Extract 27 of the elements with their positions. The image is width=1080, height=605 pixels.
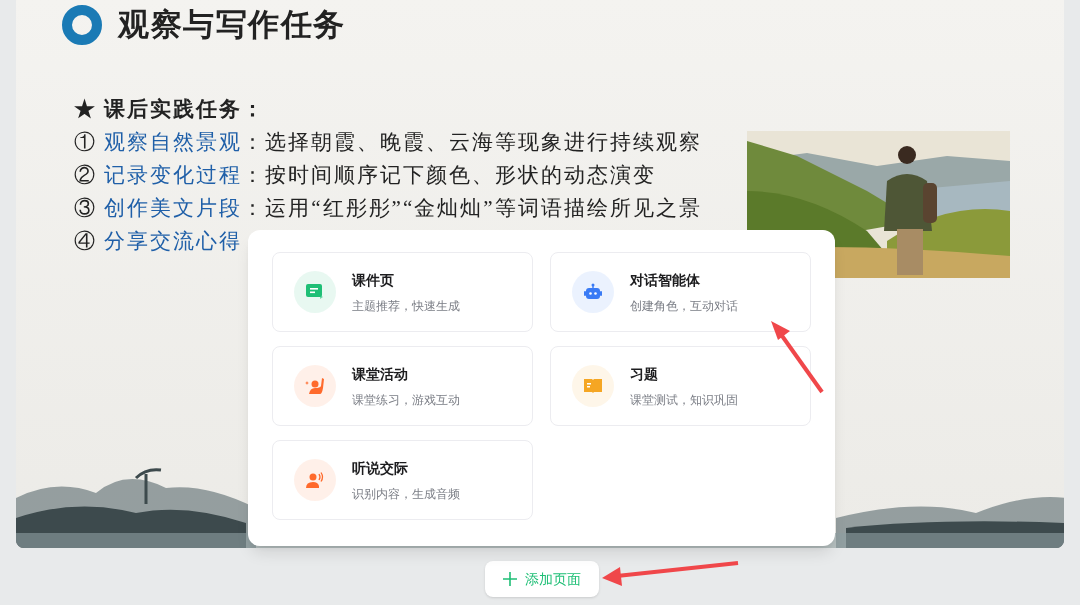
card-subtitle: 创建角色，互动对话 <box>630 297 738 315</box>
page-type-card[interactable]: 课堂活动 课堂练习，游戏互动 <box>272 346 533 426</box>
card-title: 听说交际 <box>352 458 409 478</box>
task-item: ② 记录变化过程：按时间顺序记下颜色、形状的动态演变 <box>74 161 657 189</box>
card-title: 习题 <box>630 364 659 384</box>
ring-icon <box>62 5 102 46</box>
card-subtitle: 识别内容，生成音频 <box>352 485 460 503</box>
card-subtitle: 课堂练习，游戏互动 <box>352 391 460 409</box>
card-title: 课堂活动 <box>352 364 409 384</box>
page-type-card[interactable]: 对话智能体 创建角色，互动对话 <box>550 252 811 332</box>
task-item: ① 观察自然景观：选择朝霞、晚霞、云海等现象进行持续观察 <box>74 128 703 156</box>
page-type-card[interactable]: 听说交际 识别内容，生成音频 <box>272 440 533 520</box>
card-title: 对话智能体 <box>630 270 701 290</box>
speaking-person-icon <box>305 471 325 489</box>
page-type-card[interactable]: 课件页 主题推荐，快速生成 <box>272 252 533 332</box>
card-title: 课件页 <box>352 270 395 290</box>
card-subtitle: 课堂测试，知识巩固 <box>630 391 738 409</box>
slide-title: 观察与写作任务 <box>118 6 346 44</box>
raised-hand-person-icon <box>305 377 325 395</box>
page-type-card[interactable]: 习题 课堂测试，知识巩固 <box>550 346 811 426</box>
card-subtitle: 主题推荐，快速生成 <box>352 297 460 315</box>
book-icon <box>583 377 603 395</box>
task-item: ③ 创作美文片段：运用“红彤彤”“金灿灿”等词语描绘所见之景 <box>74 194 702 222</box>
task-item: ④ 分享交流心得 <box>74 227 243 255</box>
task-heading: ★ 课后实践任务： <box>74 95 266 123</box>
robot-icon <box>583 283 603 301</box>
plus-icon <box>503 572 517 586</box>
